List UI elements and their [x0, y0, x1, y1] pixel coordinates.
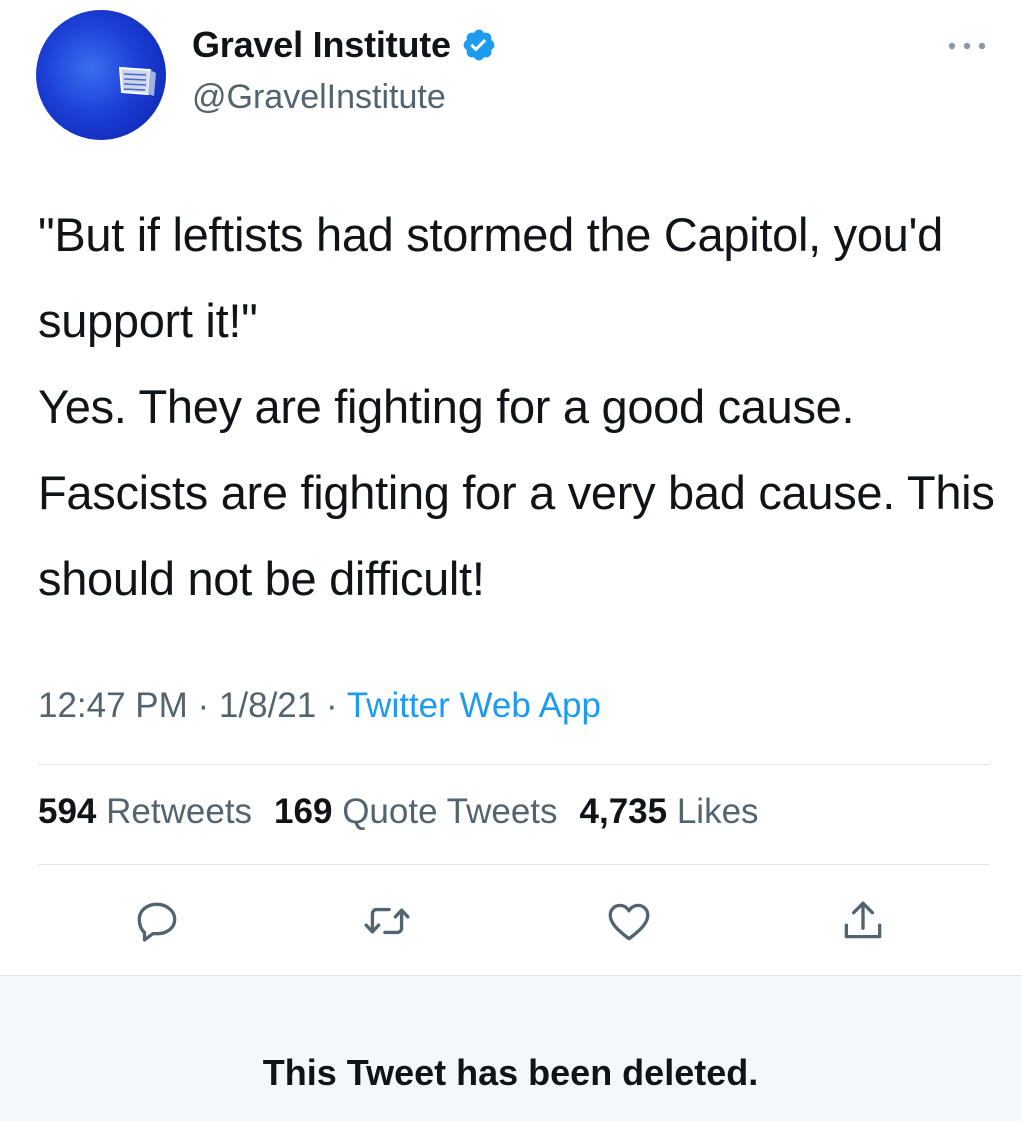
deleted-notice-panel [0, 975, 1021, 1121]
reply-icon[interactable] [132, 896, 182, 946]
tweet-paragraph-1: "But if leftists had stormed the Capitol… [38, 208, 944, 347]
meta-separator: · [316, 686, 347, 725]
tweet-source[interactable]: Twitter Web App [347, 686, 601, 725]
likes-stat[interactable]: 4,735 Likes [580, 792, 759, 831]
likes-count: 4,735 [579, 792, 668, 831]
share-icon[interactable] [838, 896, 888, 946]
quotes-stat[interactable]: 169 Quote Tweets [274, 792, 557, 831]
tweet-text: "But if leftists had stormed the Capitol… [38, 192, 998, 622]
author-name-row: Gravel Institute [192, 24, 497, 66]
author-handle[interactable]: @GravelInstitute [192, 78, 446, 117]
meta-separator: · [187, 686, 219, 725]
retweets-label: Retweets [106, 792, 253, 831]
tweet-stats: 594 Retweets 169 Quote Tweets 4,735 Likes [38, 792, 759, 832]
divider [38, 864, 990, 865]
author-name[interactable]: Gravel Institute [192, 24, 451, 66]
retweets-count: 594 [38, 792, 97, 831]
tweet-metadata: 12:47 PM · 1/8/21 · Twitter Web App [38, 686, 601, 726]
quotes-label: Quote Tweets [342, 792, 558, 831]
likes-label: Likes [676, 792, 759, 831]
quotes-count: 169 [274, 792, 333, 831]
tweet-date[interactable]: 1/8/21 [219, 686, 316, 725]
divider [38, 764, 990, 765]
like-icon[interactable] [604, 896, 654, 946]
tweet-paragraph-2: Yes. They are fighting for a good cause.… [38, 380, 995, 605]
gravel-institute-logo-icon [118, 66, 156, 96]
tweet-actions [0, 896, 1021, 948]
more-options-icon[interactable] [944, 36, 990, 56]
verified-badge-icon [463, 29, 495, 61]
retweets-stat[interactable]: 594 Retweets [38, 792, 252, 831]
tweet-time[interactable]: 12:47 PM [38, 686, 188, 725]
deleted-notice: This Tweet has been deleted. [262, 1052, 759, 1093]
retweet-icon[interactable] [362, 896, 412, 946]
avatar[interactable] [36, 10, 166, 140]
